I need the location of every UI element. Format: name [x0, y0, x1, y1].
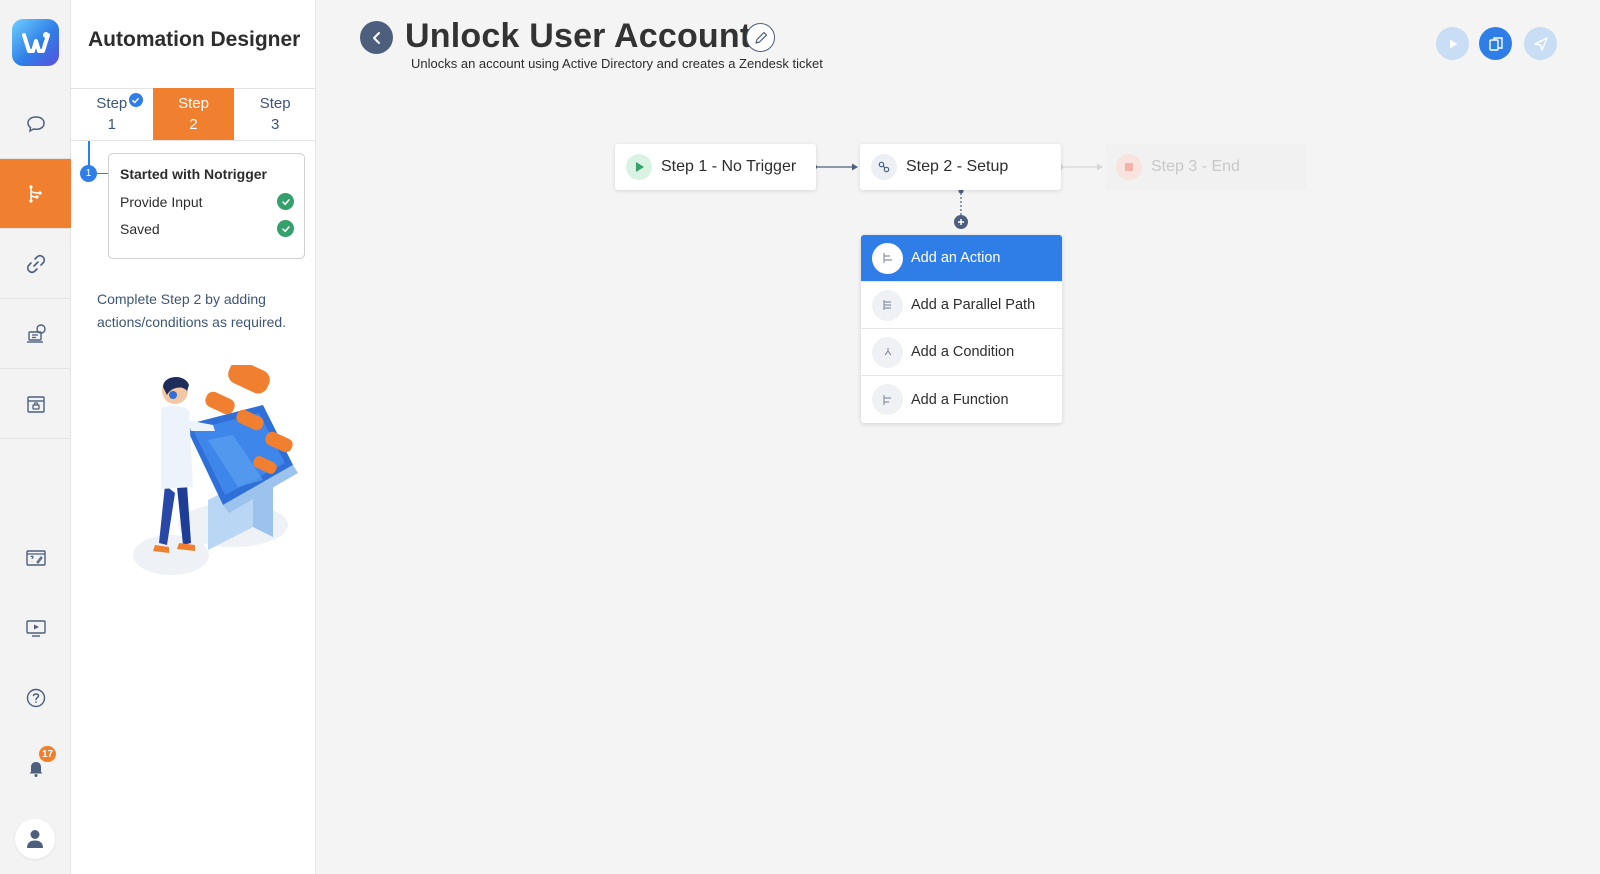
- check-icon: [128, 93, 143, 107]
- rail-help[interactable]: [0, 673, 71, 723]
- menu-add-action[interactable]: Add an Action: [861, 235, 1062, 282]
- menu-item-label: Add an Action: [911, 250, 1001, 266]
- menu-item-label: Add a Function: [911, 391, 1009, 408]
- node-label: Step 1 - No Trigger: [661, 158, 797, 175]
- chevron-left-icon: [372, 31, 380, 44]
- page-subtitle: Unlocks an account using Active Director…: [411, 56, 823, 71]
- step-status-card: Started with Notrigger Provide Input Sav…: [108, 153, 305, 259]
- tab-number: 1: [107, 116, 116, 133]
- menu-add-function[interactable]: Add a Function: [861, 376, 1062, 423]
- rail-workflow[interactable]: [0, 159, 71, 229]
- rail-store[interactable]: [0, 369, 71, 439]
- app-logo[interactable]: [12, 19, 59, 66]
- logo-icon: [21, 31, 50, 53]
- tab-step-1[interactable]: Step 1: [71, 88, 153, 140]
- rail-video[interactable]: [0, 603, 71, 653]
- tab-label: Step: [178, 95, 209, 112]
- step-hint: Complete Step 2 by adding actions/condit…: [97, 291, 287, 330]
- publish-button[interactable]: [1524, 27, 1557, 60]
- chat-icon: [26, 115, 45, 132]
- status-row-label: Provide Input: [120, 193, 203, 210]
- designer-panel: Automation Designer Step 1 Step 2 Step 3…: [71, 0, 316, 874]
- status-row: Saved: [120, 220, 294, 237]
- tab-step-3[interactable]: Step 3: [234, 88, 316, 140]
- form-icon: [25, 550, 46, 566]
- timeline-marker: 1: [80, 165, 97, 182]
- tab-number: 3: [271, 116, 280, 133]
- status-row: Provide Input: [120, 193, 294, 210]
- store-icon: [26, 395, 45, 413]
- page-title: Unlock User Account: [405, 17, 752, 55]
- stop-icon: [1116, 154, 1142, 180]
- workflow-icon: [28, 184, 42, 203]
- rail-chat[interactable]: [0, 89, 71, 159]
- rail-link[interactable]: [0, 229, 71, 299]
- success-check-icon: [277, 193, 294, 210]
- menu-add-parallel-path[interactable]: Add a Parallel Path: [861, 282, 1062, 329]
- video-icon: [25, 620, 46, 637]
- plus-icon: [958, 219, 964, 225]
- designer-illustration: [133, 365, 298, 575]
- function-icon: [872, 384, 903, 415]
- node-label: Step 2 - Setup: [906, 158, 1009, 175]
- setup-icon: [871, 154, 897, 180]
- success-check-icon: [277, 220, 294, 237]
- link-icon: [26, 254, 45, 273]
- menu-item-label: Add a Parallel Path: [911, 297, 1036, 313]
- action-icon: [872, 242, 903, 274]
- play-icon: [626, 154, 652, 180]
- flow-node-step-3: Step 3 - End: [1105, 144, 1306, 190]
- rail-bot[interactable]: [0, 299, 71, 369]
- status-row-label: Saved: [120, 220, 160, 237]
- condition-icon: [872, 336, 903, 368]
- edit-title-button[interactable]: [746, 23, 775, 52]
- help-icon: [26, 688, 45, 708]
- node-label: Step 3 - End: [1151, 158, 1240, 175]
- notification-badge: 17: [39, 746, 57, 762]
- parallel-path-icon: [872, 289, 903, 321]
- rail-form[interactable]: [0, 533, 71, 583]
- menu-add-condition[interactable]: Add a Condition: [861, 329, 1062, 376]
- add-menu: Add an Action Add a Parallel Path Add a …: [861, 235, 1062, 423]
- user-icon: [27, 830, 43, 848]
- tab-label: Step: [96, 95, 128, 112]
- send-icon: [1533, 36, 1548, 51]
- play-icon: [1449, 39, 1457, 48]
- tab-step-2[interactable]: Step 2: [152, 88, 235, 140]
- flow-node-step-2[interactable]: Step 2 - Setup: [860, 144, 1061, 190]
- duplicate-button[interactable]: [1479, 27, 1512, 60]
- tab-number: 2: [189, 116, 198, 133]
- status-card-title: Started with Notrigger: [120, 166, 268, 182]
- menu-item-label: Add a Condition: [911, 344, 1015, 360]
- user-avatar[interactable]: [15, 819, 55, 859]
- flow-node-step-1[interactable]: Step 1 - No Trigger: [615, 144, 816, 190]
- panel-title: Automation Designer: [88, 28, 301, 51]
- step-tabs: Step 1 Step 2 Step 3: [71, 88, 316, 141]
- rail-notifications[interactable]: 17: [0, 743, 71, 793]
- bot-support-icon: [26, 323, 46, 343]
- run-button[interactable]: [1436, 27, 1469, 60]
- icon-rail: 17: [0, 0, 71, 874]
- back-button[interactable]: [360, 21, 393, 54]
- tab-label: Step: [259, 95, 291, 112]
- copy-icon: [1488, 36, 1503, 51]
- add-step-button[interactable]: [954, 215, 968, 229]
- pencil-icon: [754, 31, 767, 44]
